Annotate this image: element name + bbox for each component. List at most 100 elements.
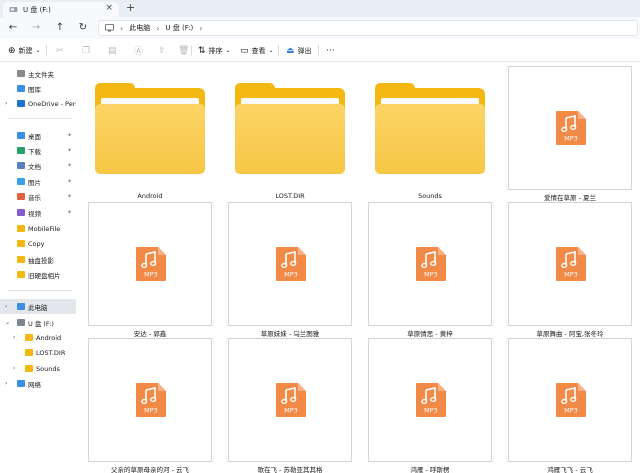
thumbnail-card: MP3 xyxy=(508,202,632,326)
network-icon xyxy=(17,380,25,387)
thumbnail-card: MP3 xyxy=(368,338,492,462)
command-bar: ⊕ 新建 ⌄ ✂ ❐ ▤ Ⓐ ⇪ 🗑 ⇅ 排序 ⌄ ▭ 查看 ⌄ ⏏ 弹出 ··… xyxy=(0,39,640,62)
sidebar-item[interactable]: LOST.DIR xyxy=(0,345,76,360)
sidebar-item-label: Copy xyxy=(28,239,45,248)
paste-button[interactable]: ▤ xyxy=(108,44,117,57)
mp3-file-icon: MP3 xyxy=(416,247,446,281)
plus-circle-icon: ⊕ xyxy=(8,45,16,56)
eject-button[interactable]: ⏏ 弹出 xyxy=(286,44,312,57)
sidebar-item[interactable]: Copy xyxy=(0,236,76,251)
pin-icon[interactable]: ✦ xyxy=(67,178,72,185)
sidebar-item[interactable]: 抽盘投影 xyxy=(0,252,76,267)
copy-button[interactable]: ❐ xyxy=(82,44,90,57)
pin-icon[interactable]: ✦ xyxy=(67,147,72,154)
cut-button[interactable]: ✂ xyxy=(56,44,64,57)
close-icon[interactable]: × xyxy=(105,3,113,13)
address-field[interactable]: › 此电脑 › U 盘 (F:) › xyxy=(98,20,638,36)
chevron-down-icon[interactable]: ⌄ xyxy=(5,319,10,326)
chevron-right-icon[interactable]: › xyxy=(5,380,7,387)
sort-button[interactable]: ⇅ 排序 ⌄ xyxy=(198,44,231,57)
new-tab-button[interactable]: + xyxy=(126,1,135,14)
sidebar-item[interactable]: › 网络 xyxy=(0,376,76,391)
breadcrumb-this-pc[interactable]: 此电脑 xyxy=(129,23,150,33)
folder-tile[interactable]: LOST.DIR xyxy=(228,66,352,201)
rename-icon: Ⓐ xyxy=(134,47,144,57)
mp3-badge: MP3 xyxy=(284,407,298,415)
file-view: Android LOST.DIR Sounds MP3 爱情在草原 - 夏兰 MP3 安达 … xyxy=(78,62,640,473)
sidebar-item-label: OneDrive - Perso xyxy=(28,99,76,108)
file-tile[interactable]: MP3 鸿雁 - 呼斯楞 xyxy=(368,338,492,473)
sidebar-item[interactable]: 图片 ✦ xyxy=(0,174,76,189)
sidebar-item[interactable]: 音乐 ✦ xyxy=(0,189,76,204)
folder-front xyxy=(235,104,345,174)
pin-icon[interactable]: ✦ xyxy=(67,193,72,200)
chevron-right-icon[interactable]: › xyxy=(13,365,15,372)
refresh-icon[interactable]: ↻ xyxy=(76,21,90,35)
sidebar-item[interactable]: › Sounds xyxy=(0,361,76,376)
sidebar-item[interactable]: › Android xyxy=(0,330,76,345)
delete-button[interactable]: 🗑 xyxy=(178,44,189,57)
file-name: 鸿雁 - 呼斯楞 xyxy=(410,466,450,473)
toolbar-divider xyxy=(318,45,319,56)
folder-tile[interactable]: Sounds xyxy=(368,66,492,201)
file-name: 鸿雁飞飞 - 云飞 xyxy=(547,466,593,473)
tab-usb-drive[interactable]: U 盘 (F:) × xyxy=(3,2,119,17)
thumbnail-card: MP3 xyxy=(228,338,352,462)
file-tile[interactable]: MP3 草原妹妹 - 乌兰图雅 xyxy=(228,202,352,338)
file-name: 草原妹妹 - 乌兰图雅 xyxy=(260,330,320,338)
sidebar-item[interactable]: › 此电脑 xyxy=(0,299,76,314)
sidebar-item[interactable]: 主文件夹 xyxy=(0,66,76,81)
pin-icon[interactable]: ✦ xyxy=(67,209,72,216)
file-tile[interactable]: MP3 父亲的草原母亲的河 - 云飞 xyxy=(88,338,212,473)
mp3-badge: MP3 xyxy=(564,407,578,415)
thumbnail-card: MP3 xyxy=(368,202,492,326)
scissors-icon: ✂ xyxy=(56,45,64,56)
mp3-badge: MP3 xyxy=(424,407,438,415)
file-name: LOST.DIR xyxy=(275,192,305,200)
file-name: Android xyxy=(137,192,163,200)
computer-icon xyxy=(17,303,25,310)
file-tile[interactable]: MP3 爱情在草原 - 夏兰 xyxy=(508,66,632,202)
sidebar-item[interactable]: 桌面 ✦ xyxy=(0,128,76,143)
gallery-icon xyxy=(17,85,25,92)
sidebar-item[interactable]: 图库 xyxy=(0,81,76,96)
breadcrumb-usb-drive[interactable]: U 盘 (F:) xyxy=(165,23,193,33)
chevron-right-icon[interactable]: › xyxy=(13,334,15,341)
cloud-icon xyxy=(17,100,25,107)
mp3-badge: MP3 xyxy=(284,271,298,279)
sidebar-item[interactable]: 文档 ✦ xyxy=(0,158,76,173)
sidebar-item[interactable]: 视频 ✦ xyxy=(0,205,76,220)
sidebar-divider xyxy=(8,118,72,119)
back-arrow-icon[interactable]: ← xyxy=(6,21,20,35)
up-arrow-icon[interactable]: ↑ xyxy=(53,21,67,35)
pin-icon[interactable]: ✦ xyxy=(67,132,72,139)
file-tile[interactable]: MP3 鸿雁飞飞 - 云飞 xyxy=(508,338,632,473)
chevron-right-icon[interactable]: › xyxy=(5,100,7,107)
new-button[interactable]: ⊕ 新建 ⌄ xyxy=(8,44,41,57)
sidebar-item-label: 音乐 xyxy=(28,193,41,202)
folder-front xyxy=(95,104,205,174)
sidebar-item[interactable]: MobileFile xyxy=(0,221,76,236)
chevron-right-icon[interactable]: › xyxy=(5,303,7,310)
view-button[interactable]: ▭ 查看 ⌄ xyxy=(240,44,274,57)
sidebar-item-label: Android xyxy=(36,333,62,342)
file-tile[interactable]: MP3 安达 - 郭鑫 xyxy=(88,202,212,338)
rename-button[interactable]: Ⓐ xyxy=(134,44,143,57)
file-tile[interactable]: MP3 草原情思 - 黄梓 xyxy=(368,202,492,338)
sidebar-item[interactable]: 旧硬盘相片 xyxy=(0,267,76,282)
more-options-button[interactable]: ··· xyxy=(326,44,335,57)
file-tile[interactable]: MP3 歌在飞 - 苏勒亚其其格 xyxy=(228,338,352,473)
file-tile[interactable]: MP3 草原舞曲 - 阿宝,张冬玲 xyxy=(508,202,632,338)
pin-icon[interactable]: ✦ xyxy=(67,162,72,169)
folder-tile[interactable]: Android xyxy=(88,66,212,201)
sidebar-item-label: 视频 xyxy=(28,209,41,218)
sidebar-item[interactable]: ⌄ U 盘 (F:) xyxy=(0,315,76,330)
share-button[interactable]: ⇪ xyxy=(158,44,166,57)
forward-arrow-icon[interactable]: → xyxy=(29,21,43,35)
sidebar-item-label: 桌面 xyxy=(28,132,41,141)
mp3-file-icon: MP3 xyxy=(556,247,586,281)
desktop-icon xyxy=(17,132,25,139)
sidebar-item-label: 文档 xyxy=(28,162,41,171)
sidebar-item[interactable]: › OneDrive - Perso xyxy=(0,96,76,111)
sidebar-item[interactable]: 下载 ✦ xyxy=(0,143,76,158)
